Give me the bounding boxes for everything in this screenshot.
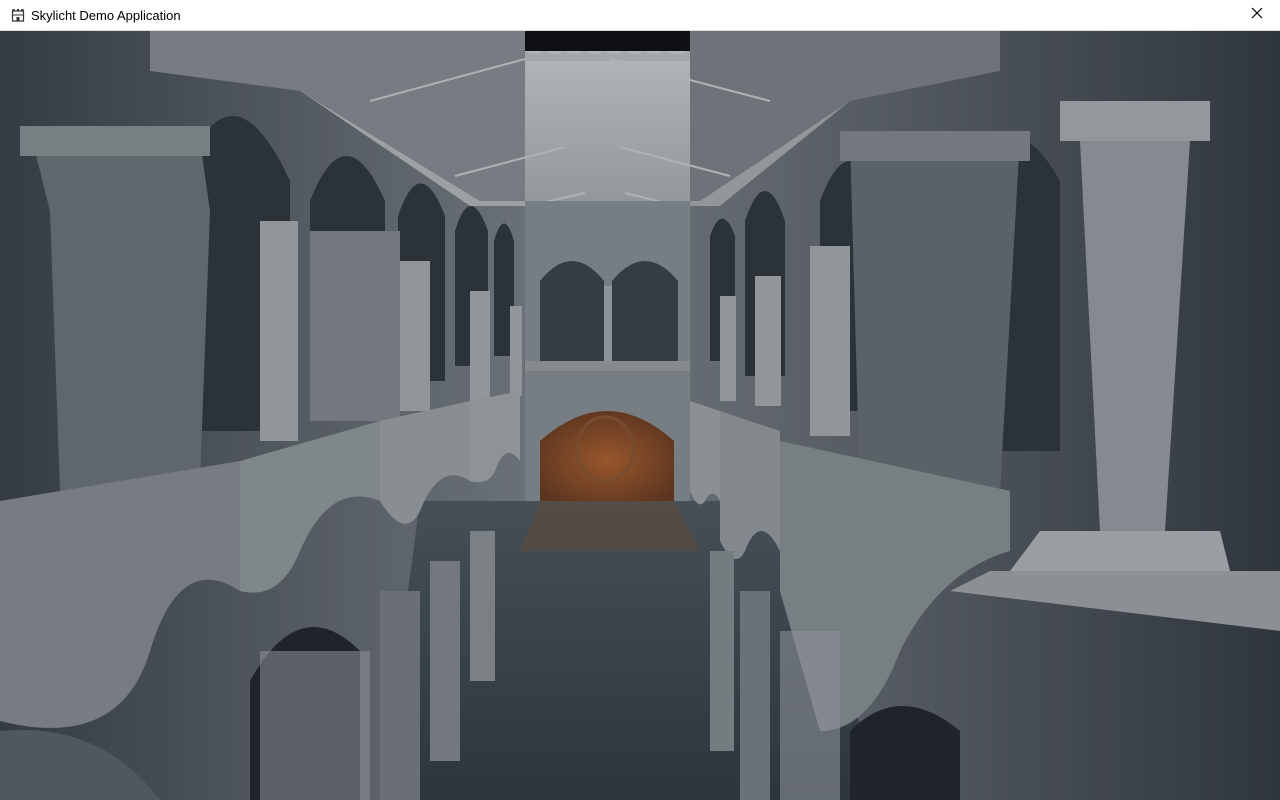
window-title: Skylicht Demo Application — [31, 7, 181, 23]
title-bar[interactable]: Skylicht Demo Application — [0, 0, 1280, 31]
render-viewport[interactable] — [0, 31, 1280, 800]
app-window: Skylicht Demo Application — [0, 0, 1280, 800]
castle-icon — [11, 8, 25, 22]
close-icon — [1251, 6, 1263, 24]
close-button[interactable] — [1234, 0, 1280, 30]
sponza-scene — [0, 31, 1280, 800]
